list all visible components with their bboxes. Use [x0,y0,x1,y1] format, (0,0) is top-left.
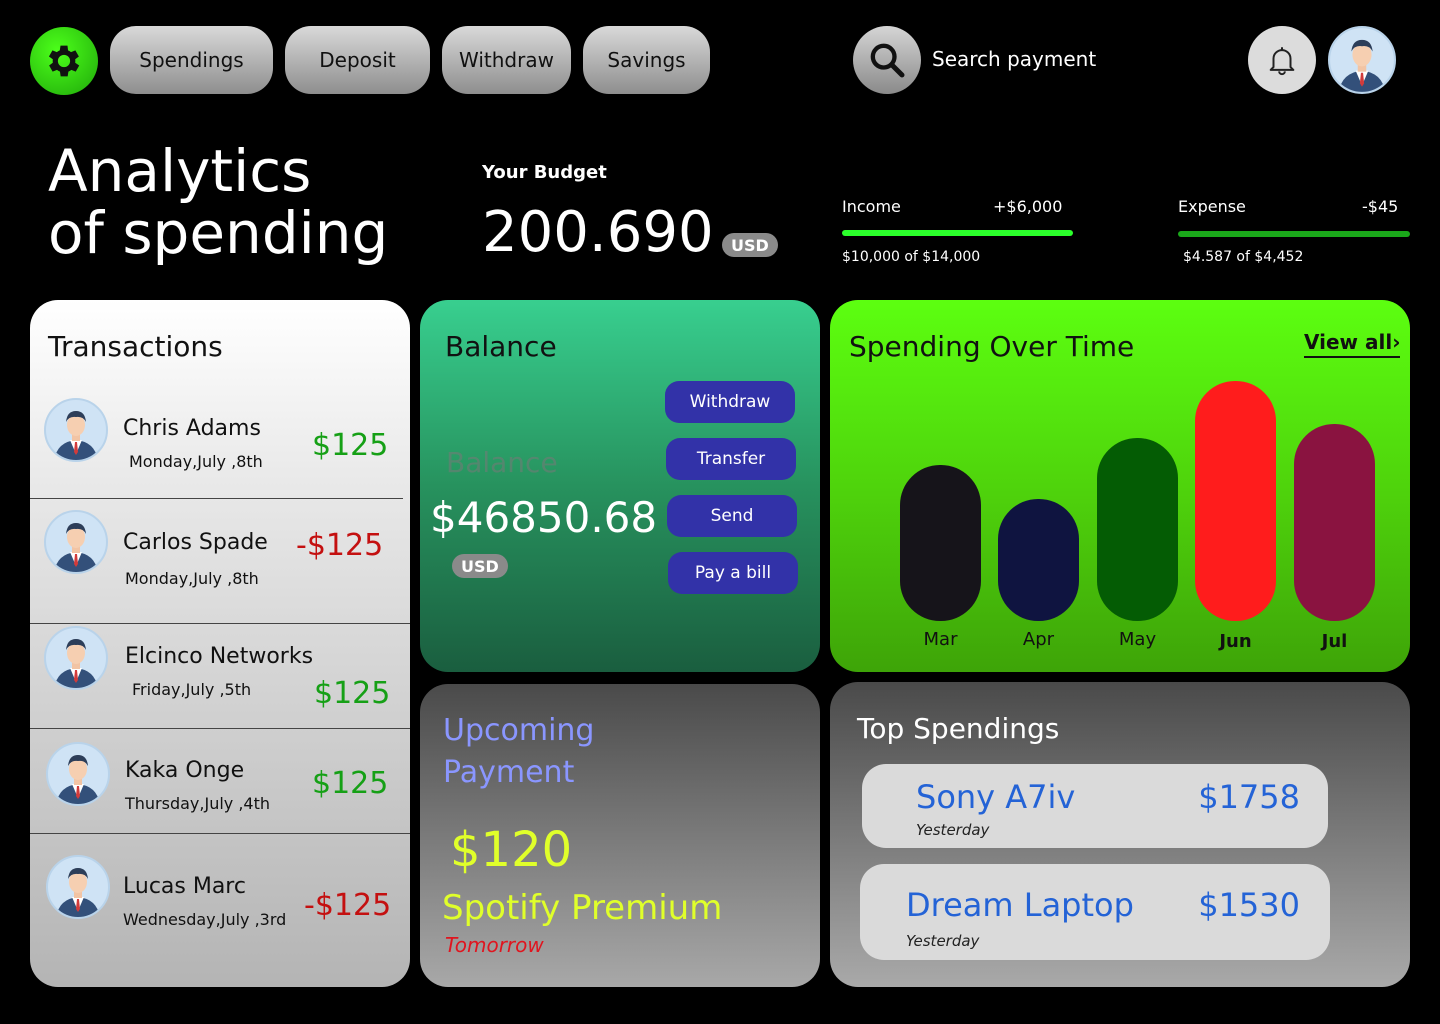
bar-may [1097,438,1178,621]
top-spendings-title: Top Spendings [857,712,1060,745]
pay-bill-button[interactable]: Pay a bill [668,552,798,594]
transaction-date: Thursday,July ,4th [125,794,271,813]
gear-icon [48,45,80,77]
transaction-amount: $125 [314,676,391,711]
balance-title: Balance [445,330,557,363]
top-spendings-card: Top Spendings Sony A7iv $1758 Yesterday … [830,682,1410,987]
divider [30,623,410,624]
view-all-label: View all [1304,330,1393,354]
transaction-date: Wednesday,July ,3rd [123,910,287,929]
search-icon [870,43,905,78]
avatar [44,398,108,462]
transaction-name: Carlos Spade [123,530,268,555]
spending-chart-card: Spending Over Time View all› Mar Apr May Ju… [830,300,1410,672]
user-avatar-icon[interactable] [1328,26,1396,94]
bar-apr [998,499,1079,621]
bell-icon [1269,47,1295,76]
bar-label-apr: Apr [1022,629,1055,650]
chevron-right-icon: › [1392,330,1401,354]
divider [30,498,403,499]
transaction-name: Lucas Marc [123,874,246,899]
transaction-date: Monday,July ,8th [125,569,259,588]
transaction-amount: $125 [312,428,389,463]
bar-label-may: May [1118,629,1157,650]
spend-amount: $1530 [1198,886,1300,924]
expense-amount: -$45 [1362,197,1399,216]
page-title: Analytics of spending [48,140,388,264]
search-button[interactable] [853,26,921,94]
page-title-line1: Analytics [48,137,312,205]
spend-name: Dream Laptop [906,886,1134,924]
spend-when: Yesterday [916,821,990,839]
avatar [44,626,108,690]
upcoming-amount: $120 [450,822,573,878]
bar-jul [1294,424,1375,621]
withdraw-button[interactable]: Withdraw [665,381,795,423]
transfer-button[interactable]: Transfer [666,438,796,480]
transaction-amount: -$125 [296,528,384,563]
balance-currency-badge: USD [452,554,508,578]
tab-withdraw[interactable]: Withdraw [442,26,571,94]
balance-value: $46850.68 [430,493,658,542]
page-title-line2: of spending [48,199,389,267]
expense-sub: $4.587 of $4,452 [1183,249,1304,265]
transaction-date: Monday,July ,8th [129,452,263,471]
transaction-name: Chris Adams [123,416,261,441]
bar-label-jul: Jul [1321,631,1348,652]
transactions-card: Transactions Chris Adams Monday,July ,8t… [30,300,410,987]
upcoming-when: Tomorrow [445,933,544,957]
bar-label-jun: Jun [1219,631,1252,652]
budget-currency-badge: USD [722,233,778,257]
balance-card: Balance Balance $46850.68 USD Withdraw T… [420,300,820,672]
expense-progress-bar [1178,231,1410,237]
spend-amount: $1758 [1198,778,1300,816]
avatar [46,742,110,806]
tab-savings[interactable]: Savings [583,26,710,94]
search-input[interactable]: Search payment [932,47,1096,71]
transaction-name: Kaka Onge [125,758,245,783]
tab-deposit[interactable]: Deposit [285,26,430,94]
divider [30,833,410,834]
upcoming-title-line2: Payment [443,755,575,790]
expense-label: Expense [1178,197,1246,216]
balance-ghost-label: Balance [446,446,558,479]
transaction-date: Friday,July ,5th [132,680,252,699]
settings-button[interactable] [30,27,98,95]
avatar [44,510,108,574]
transaction-amount: -$125 [304,888,392,923]
bar-jun [1195,381,1276,621]
bar-mar [900,465,981,621]
chart-title: Spending Over Time [849,330,1135,363]
transactions-title: Transactions [48,330,223,363]
list-item[interactable]: Sony A7iv $1758 Yesterday [862,764,1328,848]
spend-name: Sony A7iv [916,778,1076,816]
transaction-amount: $125 [312,766,389,801]
transaction-name: Elcinco Networks [125,644,314,669]
budget-value: 200.690 [482,200,714,265]
send-button[interactable]: Send [667,495,797,537]
tab-spendings[interactable]: Spendings [110,26,273,94]
view-all-link[interactable]: View all› [1304,330,1401,358]
upcoming-name: Spotify Premium [442,888,723,928]
notifications-button[interactable] [1248,26,1316,94]
budget-label: Your Budget [482,162,607,183]
upcoming-payment-card: Upcoming Payment $120 Spotify Premium To… [420,684,820,987]
income-progress-bar [842,230,1073,236]
income-amount: +$6,000 [993,197,1063,216]
bar-label-mar: Mar [923,629,958,650]
upcoming-title: Upcoming Payment [443,710,594,794]
spend-when: Yesterday [906,932,980,950]
income-label: Income [842,197,901,216]
avatar [46,855,110,919]
list-item[interactable]: Dream Laptop $1530 Yesterday [860,864,1330,960]
divider [30,728,410,729]
upcoming-title-line1: Upcoming [443,713,595,748]
income-sub: $10,000 of $14,000 [842,249,981,265]
